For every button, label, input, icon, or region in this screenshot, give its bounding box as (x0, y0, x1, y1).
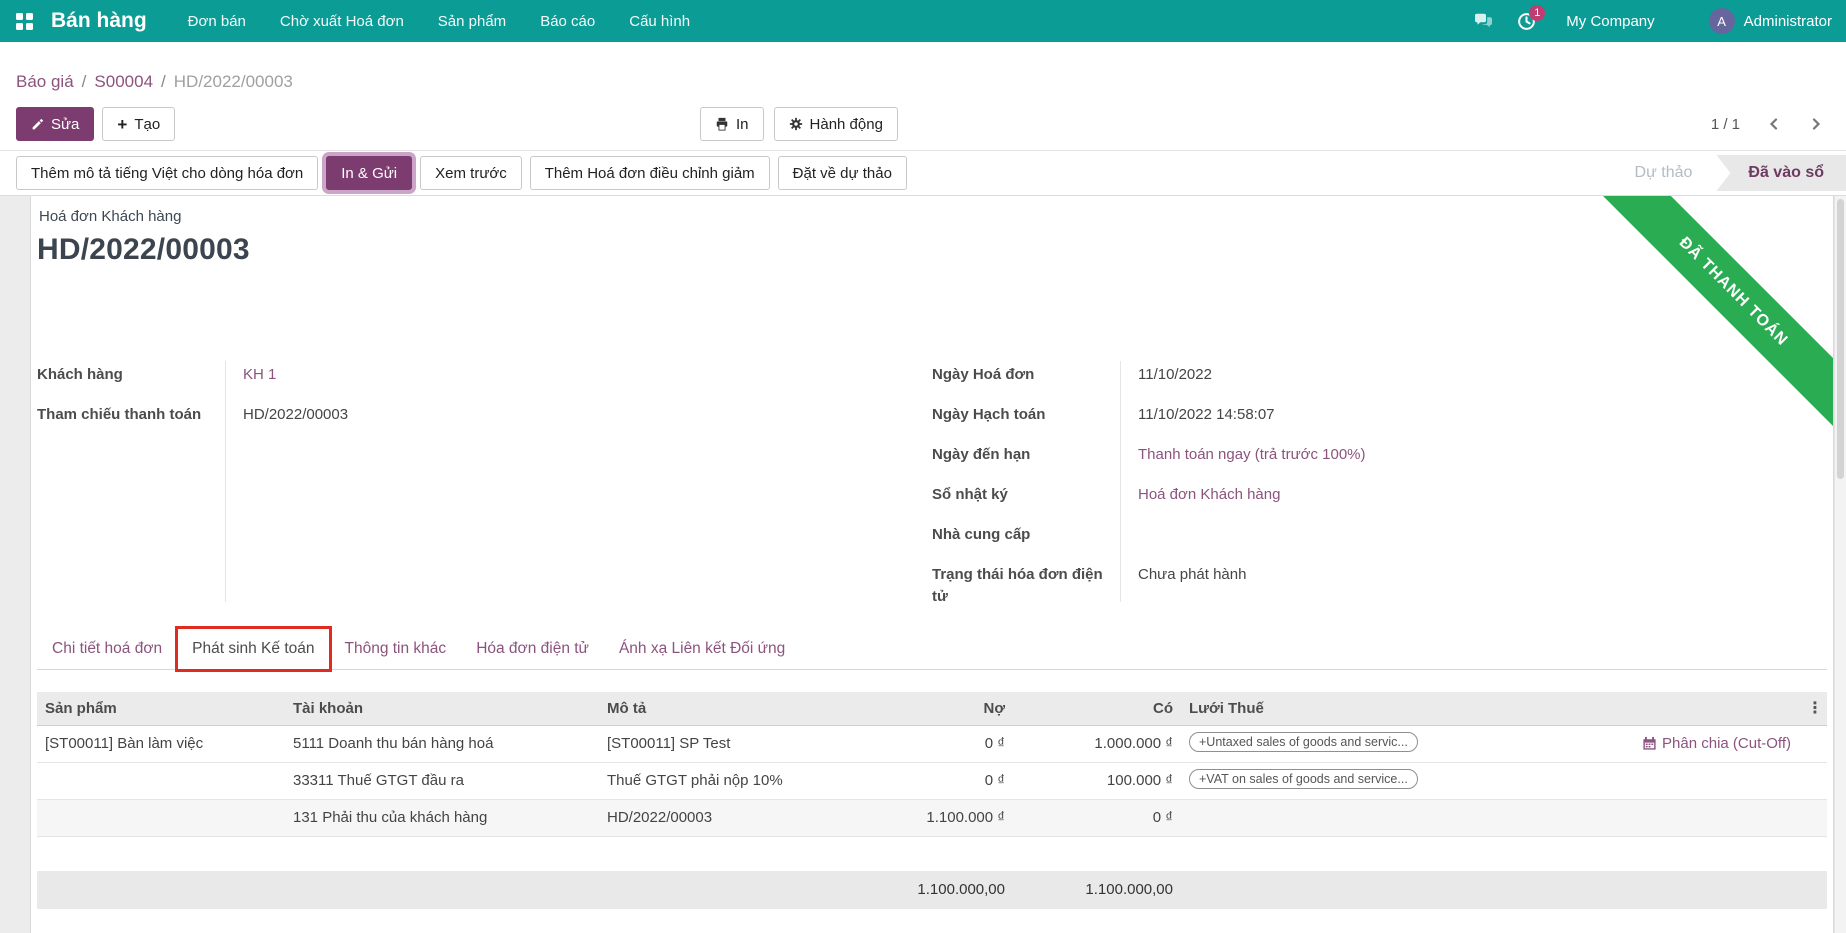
menu-configuration[interactable]: Cấu hình (612, 0, 707, 42)
navbar-systray: 1 My Company A Administrator (1474, 8, 1832, 34)
status-steps: Dự thảo Đã vào sổ (1611, 155, 1846, 191)
menu-to-invoice[interactable]: Chờ xuất Hoá đơn (263, 0, 421, 42)
chevron-left-icon (1766, 116, 1782, 132)
preview-button[interactable]: Xem trước (420, 156, 522, 190)
print-and-send-button[interactable]: In & Gửi (326, 156, 412, 190)
payment-reference-value: HD/2022/00003 (243, 404, 348, 426)
pager-next-button[interactable] (1808, 116, 1824, 132)
document-type-label: Hoá đơn Khách hàng (39, 208, 1827, 225)
table-totals-row: 1.100.000,00 1.100.000,00 (37, 871, 1827, 909)
status-step-draft: Dự thảo (1611, 155, 1717, 191)
col-credit: Có (1013, 700, 1181, 717)
customer-link[interactable]: KH 1 (243, 364, 276, 386)
pager-previous-button[interactable] (1766, 116, 1782, 132)
add-vietnamese-description-button[interactable]: Thêm mô tả tiếng Việt cho dòng hóa đơn (16, 156, 318, 190)
journal-link[interactable]: Hoá đơn Khách hàng (1138, 484, 1280, 506)
col-product: Sản phẩm (37, 700, 285, 717)
tab-einvoice[interactable]: Hóa đơn điện tử (461, 628, 604, 669)
field-einvoice-status: Trạng thái hóa đơn điện tử Chưa phát hàn… (932, 557, 1827, 608)
user-name: Administrator (1744, 13, 1832, 30)
field-journal: Sổ nhật ký Hoá đơn Khách hàng (932, 477, 1827, 517)
payment-terms-link[interactable]: Thanh toán ngay (trả trước 100%) (1138, 444, 1366, 466)
notebook-tabs: Chi tiết hoá đơn Phát sinh Kế toán Thông… (37, 628, 1827, 670)
user-menu[interactable]: A Administrator (1709, 8, 1832, 34)
field-payment-reference: Tham chiếu thanh toán HD/2022/00003 (37, 397, 932, 437)
edit-button[interactable]: Sửa (16, 107, 94, 141)
create-button[interactable]: + Tạo (102, 107, 175, 141)
field-groups: Khách hàng KH 1 Tham chiếu thanh toán HD… (37, 357, 1827, 608)
menu-products[interactable]: Sản phẩm (421, 0, 523, 42)
field-vendor: Nhà cung cấp (932, 517, 1827, 557)
tax-grid-tag: +Untaxed sales of goods and servic... (1189, 732, 1418, 752)
table-row[interactable]: 131 Phải thu của khách hàng HD/2022/0000… (37, 800, 1827, 837)
breadcrumb: Báo giá / S00004 / HD/2022/00003 (0, 42, 1846, 98)
breadcrumb-order[interactable]: S00004 (94, 72, 153, 91)
tab-journal-items[interactable]: Phát sinh Kế toán (177, 628, 329, 670)
odoo-window: Bán hàng Đơn bán Chờ xuất Hoá đơn Sản ph… (0, 0, 1846, 933)
pencil-icon (31, 118, 44, 131)
cutoff-button[interactable]: Phân chia (Cut-Off) (1642, 735, 1791, 752)
form-sheet: ĐÃ THANH TOÁN Hoá đơn Khách hàng HD/2022… (30, 196, 1834, 933)
chevron-right-icon (1808, 116, 1824, 132)
field-customer: Khách hàng KH 1 (37, 357, 932, 397)
field-group-left: Khách hàng KH 1 Tham chiếu thanh toán HD… (37, 357, 932, 608)
breadcrumb-separator: / (161, 72, 166, 91)
activity-badge: 1 (1529, 5, 1545, 21)
invoice-date-value: 11/10/2022 (1138, 364, 1212, 386)
tax-grid-tag: +VAT on sales of goods and service... (1189, 769, 1418, 789)
company-menu[interactable]: My Company (1566, 13, 1654, 30)
optional-columns-toggle[interactable]: ⋮ (1799, 698, 1827, 718)
field-due-date: Ngày đến hạn Thanh toán ngay (trả trước … (932, 437, 1827, 477)
breadcrumb-separator: / (82, 72, 87, 91)
statusbar: Thêm mô tả tiếng Việt cho dòng hóa đơn I… (0, 150, 1846, 196)
col-tax-grids: Lưới Thuế (1181, 700, 1471, 717)
table-row[interactable]: 33311 Thuế GTGT đầu ra Thuế GTGT phải nộ… (37, 763, 1827, 800)
page-title: HD/2022/00003 (37, 233, 1827, 267)
breadcrumb-current: HD/2022/00003 (174, 72, 293, 91)
print-button[interactable]: In (700, 107, 764, 141)
status-step-posted: Đã vào sổ (1716, 155, 1846, 191)
activity-clock-icon[interactable]: 1 (1517, 12, 1536, 31)
form-content: ĐÃ THANH TOÁN Hoá đơn Khách hàng HD/2022… (0, 196, 1846, 933)
ellipsis-v-icon: ⋮ (1807, 700, 1823, 717)
table-row[interactable]: [ST00011] Bàn làm việc 5111 Doanh thu bá… (37, 726, 1827, 763)
table-header: Sản phẩm Tài khoản Mô tả Nợ Có Lưới Thuế… (37, 692, 1827, 726)
field-group-right: Ngày Hoá đơn 11/10/2022 Ngày Hạch toán 1… (932, 357, 1827, 608)
gear-icon (789, 117, 803, 131)
apps-grid-icon[interactable] (16, 13, 33, 30)
top-navbar: Bán hàng Đơn bán Chờ xuất Hoá đơn Sản ph… (0, 0, 1846, 42)
messages-icon[interactable] (1474, 13, 1493, 30)
tab-invoice-lines[interactable]: Chi tiết hoá đơn (37, 628, 177, 669)
breadcrumb-quotation[interactable]: Báo giá (16, 72, 74, 91)
journal-items-table: Sản phẩm Tài khoản Mô tả Nợ Có Lưới Thuế… (37, 692, 1827, 909)
menu-reporting[interactable]: Báo cáo (523, 0, 612, 42)
field-accounting-date: Ngày Hạch toán 11/10/2022 14:58:07 (932, 397, 1827, 437)
field-invoice-date: Ngày Hoá đơn 11/10/2022 (932, 357, 1827, 397)
control-panel-buttons: Sửa + Tạo In Hành động 1 / 1 (0, 98, 1846, 150)
pager-counter: 1 / 1 (1711, 116, 1740, 133)
app-name[interactable]: Bán hàng (51, 9, 147, 33)
col-account: Tài khoản (285, 700, 599, 717)
avatar: A (1709, 8, 1735, 34)
total-credit: 1.100.000,00 (1013, 881, 1181, 898)
printer-icon (715, 117, 729, 131)
pager: 1 / 1 (1711, 116, 1824, 133)
accounting-date-value: 11/10/2022 14:58:07 (1138, 404, 1275, 426)
col-debit: Nợ (861, 700, 1013, 717)
tab-counterpart-mapping[interactable]: Ánh xạ Liên kết Đối ứng (604, 628, 800, 669)
menu-orders[interactable]: Đơn bán (171, 0, 263, 42)
calendar-icon (1642, 736, 1657, 751)
reset-to-draft-button[interactable]: Đặt về dự thảo (778, 156, 907, 190)
col-description: Mô tả (599, 700, 861, 717)
plus-icon: + (117, 116, 127, 133)
einvoice-status-value: Chưa phát hành (1138, 564, 1246, 586)
main-menu: Đơn bán Chờ xuất Hoá đơn Sản phẩm Báo cá… (171, 0, 707, 42)
add-credit-note-button[interactable]: Thêm Hoá đơn điều chỉnh giảm (530, 156, 770, 190)
scrollbar-thumb[interactable] (1837, 199, 1844, 479)
total-debit: 1.100.000,00 (861, 881, 1013, 898)
tab-other-info[interactable]: Thông tin khác (330, 628, 462, 669)
vertical-scrollbar[interactable] (1834, 196, 1846, 933)
action-button[interactable]: Hành động (774, 107, 898, 141)
